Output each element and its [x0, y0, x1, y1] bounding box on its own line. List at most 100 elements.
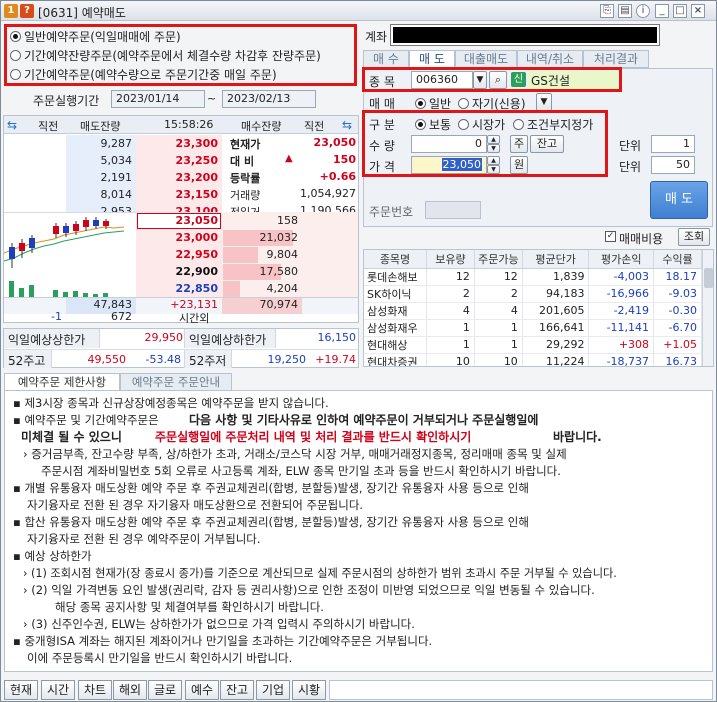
trade-option-normal[interactable]: 일반: [415, 95, 451, 112]
maximize-icon[interactable]: □: [673, 4, 687, 18]
swap-icon-right[interactable]: ⇆: [342, 118, 352, 132]
swap-icon[interactable]: ⇆: [7, 118, 17, 132]
table-row[interactable]: 삼성화재 4 4 201,605 -2,419 -0.30: [364, 302, 702, 320]
bid-row[interactable]: 23,000 21,032: [4, 229, 358, 246]
low52: 19,250: [267, 353, 307, 366]
notice-line: ▪ 개별 유통융자 매도상환 예약 주문 후 주권교체권리(합병, 분할등)발생…: [13, 481, 529, 495]
info-rate: +0.66: [319, 170, 356, 183]
th-rate: 수익률: [653, 250, 702, 269]
bid-row[interactable]: 22,900 17,580: [4, 263, 358, 280]
search-icon[interactable]: ⌕: [489, 71, 507, 89]
stock-name: GS건설: [528, 71, 618, 89]
bottom-btn-deposit[interactable]: 예수: [185, 680, 219, 700]
bottom-btn-global[interactable]: 글로: [148, 680, 182, 700]
close-icon[interactable]: ×: [691, 4, 705, 18]
link-icon[interactable]: ⎘: [600, 4, 614, 18]
sell-button[interactable]: 매 도: [650, 181, 708, 219]
radio-icon[interactable]: [458, 98, 469, 109]
gubun-option-normal[interactable]: 보통: [415, 116, 451, 133]
account-input[interactable]: [390, 24, 660, 46]
bottom-btn-time[interactable]: 시간: [41, 680, 75, 700]
stock-code-input[interactable]: 006360: [411, 71, 473, 89]
qty-down-icon[interactable]: ▼: [487, 144, 500, 153]
radio-icon[interactable]: [458, 119, 469, 130]
bid-row[interactable]: 22,950 9,804: [4, 246, 358, 263]
lower-limit: 16,150: [317, 331, 357, 344]
price-unit-label: 단위: [619, 160, 642, 174]
help-badge[interactable]: ?: [20, 4, 34, 18]
high52-label: 52주고: [4, 350, 52, 368]
bid-row[interactable]: 23,050 158: [4, 212, 358, 229]
bottom-btn-market[interactable]: 시황: [292, 680, 326, 700]
gubun-option-market[interactable]: 시장가: [458, 116, 505, 133]
order-type-option-1[interactable]: 일반예약주문(익일매매에 주문): [10, 28, 181, 45]
table-row[interactable]: 롯데손해보 12 12 1,839 -4,003 18.17: [364, 268, 702, 286]
price-down-icon[interactable]: ▼: [487, 165, 500, 174]
trade-option-credit[interactable]: 자기(신용): [458, 95, 526, 112]
fee-checkbox[interactable]: ✓: [605, 231, 616, 242]
high52: 49,550: [87, 353, 127, 366]
foot-label: 시간외: [179, 312, 210, 325]
tab-result[interactable]: 처리결과: [583, 50, 649, 68]
dropdown-icon[interactable]: ▼: [473, 71, 487, 89]
period-start-input[interactable]: 2023/01/14: [111, 90, 205, 108]
price-won-button[interactable]: 원: [510, 156, 528, 174]
tab-guide[interactable]: 예약주문 주문안내: [120, 373, 232, 391]
table-row[interactable]: 현대해상 1 1 29,292 +308 +1.05: [364, 336, 702, 354]
foot-ask: 672: [111, 310, 132, 323]
radio-icon[interactable]: [513, 119, 524, 130]
price-up-icon[interactable]: ▲: [487, 156, 500, 165]
fee-label: 매매비용: [619, 232, 664, 246]
th-qty: 보유량: [426, 250, 475, 269]
print-icon[interactable]: ▤: [618, 4, 632, 18]
bottom-btn-chart[interactable]: 차트: [78, 680, 112, 700]
radio-icon[interactable]: [10, 31, 21, 42]
account-label: 계좌: [365, 30, 388, 44]
qty-max-button[interactable]: 주: [510, 135, 528, 153]
qty-up-icon[interactable]: ▲: [487, 135, 500, 144]
notice-line-bold: 미체결 될 수 있으니: [21, 430, 122, 444]
trade-dropdown-icon[interactable]: ▼: [536, 93, 552, 111]
table-row[interactable]: SK하이닉 2 2 94,183 -16,966 -9.03: [364, 285, 702, 303]
qty-unit-label: 단위: [619, 139, 642, 153]
info-current-price: 23,050: [313, 136, 356, 149]
holdings-scrollbar[interactable]: [702, 250, 713, 366]
tab-loan-sell[interactable]: 대출매도: [455, 50, 517, 68]
bottom-btn-overseas[interactable]: 해외: [113, 680, 147, 700]
bottom-btn-company[interactable]: 기업: [256, 680, 290, 700]
info-icon[interactable]: i: [636, 4, 650, 18]
order-type-option-2[interactable]: 기간예약잔량주문(예약주문에서 체결수량 차감후 잔량주문): [10, 47, 321, 64]
high52-pct: -53.48: [145, 353, 181, 366]
price-unit[interactable]: 50: [651, 156, 695, 174]
period-end-input[interactable]: 2023/02/13: [222, 90, 316, 108]
notice-panel: ▪ 제3시장 종목과 신규상장예정종목은 예약주문을 받지 않습니다. ▪ 예약…: [4, 390, 713, 672]
qty-unit[interactable]: 1: [651, 135, 695, 153]
query-button[interactable]: 조회: [678, 228, 710, 246]
radio-icon[interactable]: [10, 69, 21, 80]
tab-buy[interactable]: 매 수: [363, 50, 409, 68]
radio-icon[interactable]: [415, 98, 426, 109]
bid-row[interactable]: 22,850 4,204: [4, 280, 358, 297]
table-row[interactable]: 현대차증권 10 10 11,224 -18,737 16.73: [364, 353, 702, 366]
notice-line-bold: 바랍니다.: [553, 430, 602, 444]
radio-icon[interactable]: [415, 119, 426, 130]
scroll-thumb[interactable]: [704, 268, 713, 288]
limits-divider: [4, 349, 358, 350]
notice-line: ▪ 중개형ISA 계좌는 해지된 계좌이거나 만기일을 초과하는 기간예약주문은…: [13, 634, 433, 648]
tab-history-cancel[interactable]: 내역/취소: [517, 50, 583, 68]
radio-icon[interactable]: [10, 50, 21, 61]
minimize-icon[interactable]: _: [655, 4, 669, 18]
tab-restrictions[interactable]: 예약주문 제한사항: [4, 373, 120, 391]
balance-button[interactable]: 잔고: [530, 135, 564, 153]
tab-sell[interactable]: 매 도: [409, 50, 455, 68]
price-input[interactable]: 23,050: [411, 156, 487, 174]
qty-input[interactable]: 0: [411, 135, 487, 153]
bottom-btn-current[interactable]: 현재: [4, 680, 38, 700]
gubun-option-conditional[interactable]: 조건부지정가: [513, 116, 593, 133]
low52-pct: +19.74: [315, 353, 356, 366]
window-number-badge[interactable]: 1: [4, 4, 18, 18]
order-type-option-3[interactable]: 기간예약주문(예약수량으로 주문기간중 매일 주문): [10, 66, 277, 83]
table-row[interactable]: 삼성화재우 1 1 166,641 -11,141 -6.70: [364, 319, 702, 337]
notice-line: › (2) 익일 가격변동 요인 발생(권리락, 감자 등 권리사항)으로 인한…: [23, 583, 595, 597]
bottom-btn-balance[interactable]: 잔고: [220, 680, 254, 700]
